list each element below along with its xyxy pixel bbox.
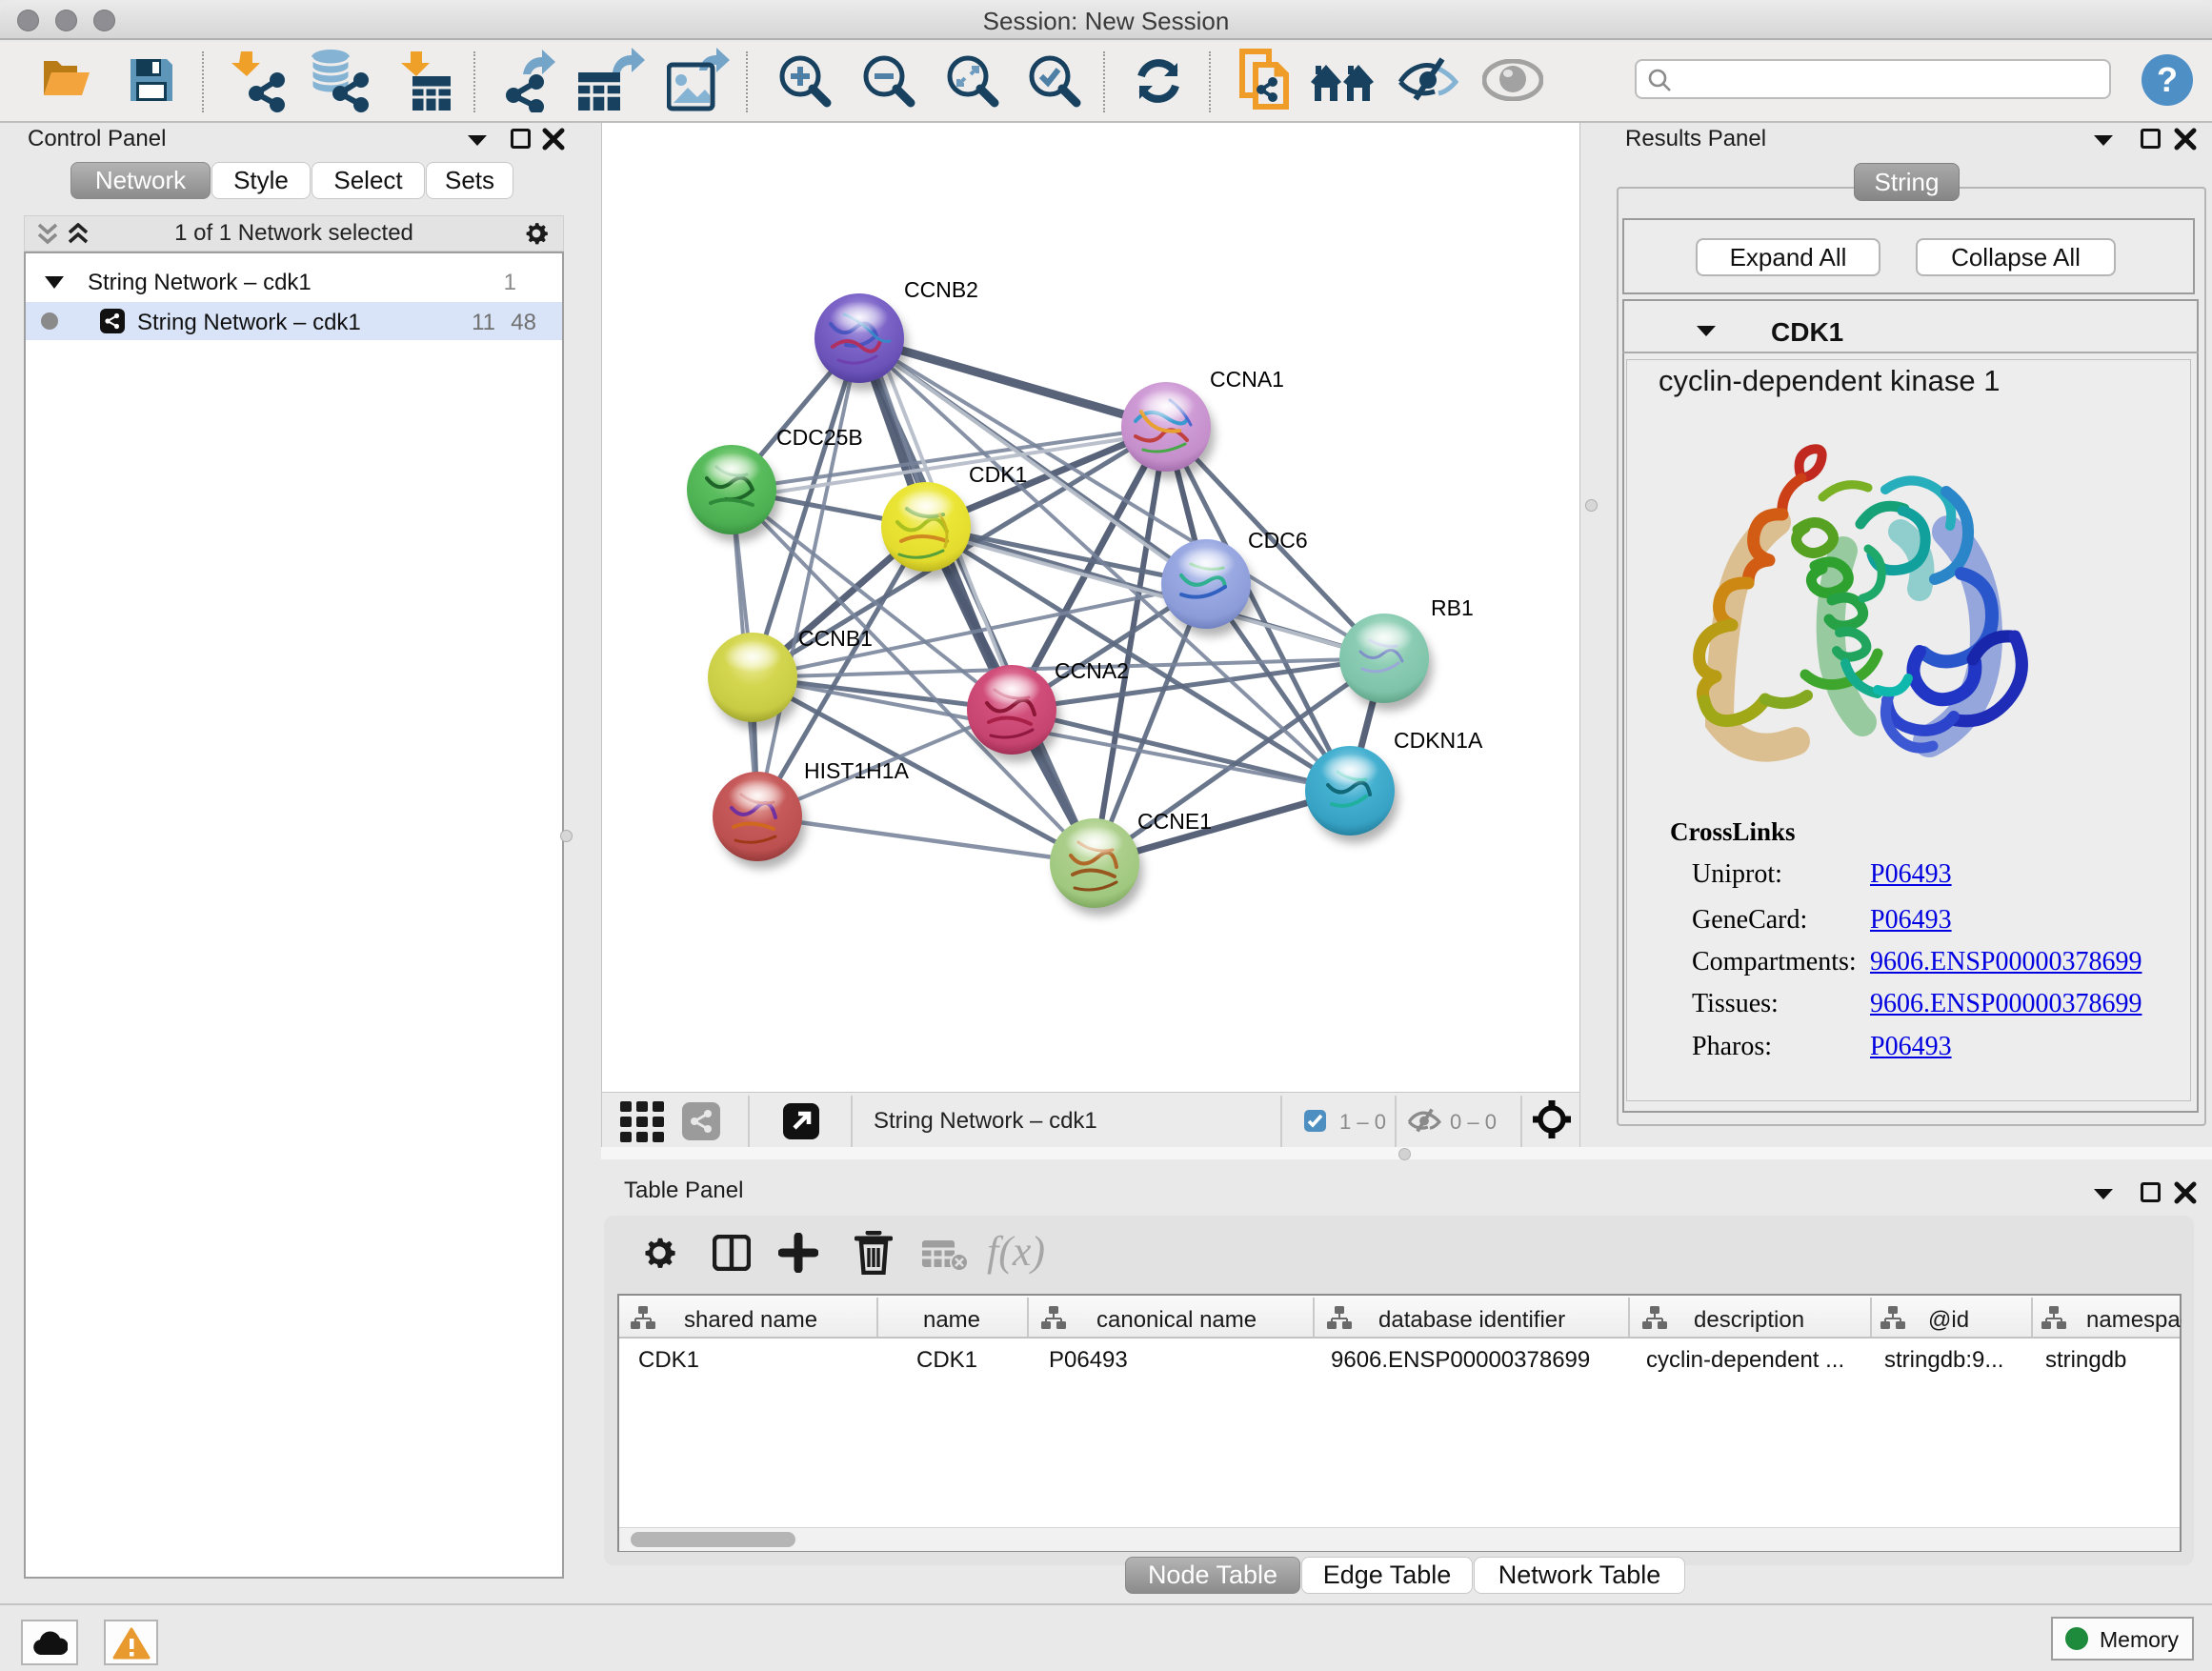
svg-text:CCNA2: CCNA2 xyxy=(1055,658,1129,683)
svg-text:CDK1: CDK1 xyxy=(969,462,1027,487)
svg-text:CCNE1: CCNE1 xyxy=(1137,809,1212,834)
svg-text:RB1: RB1 xyxy=(1431,595,1474,620)
svg-text:CDKN1A: CDKN1A xyxy=(1394,728,1483,753)
svg-text:CDC6: CDC6 xyxy=(1248,528,1308,553)
svg-text:HIST1H1A: HIST1H1A xyxy=(804,758,910,783)
svg-text:CCNB2: CCNB2 xyxy=(904,277,978,302)
svg-text:CDC25B: CDC25B xyxy=(776,425,863,450)
svg-text:CCNA1: CCNA1 xyxy=(1210,367,1284,392)
svg-text:CCNB1: CCNB1 xyxy=(798,626,873,651)
